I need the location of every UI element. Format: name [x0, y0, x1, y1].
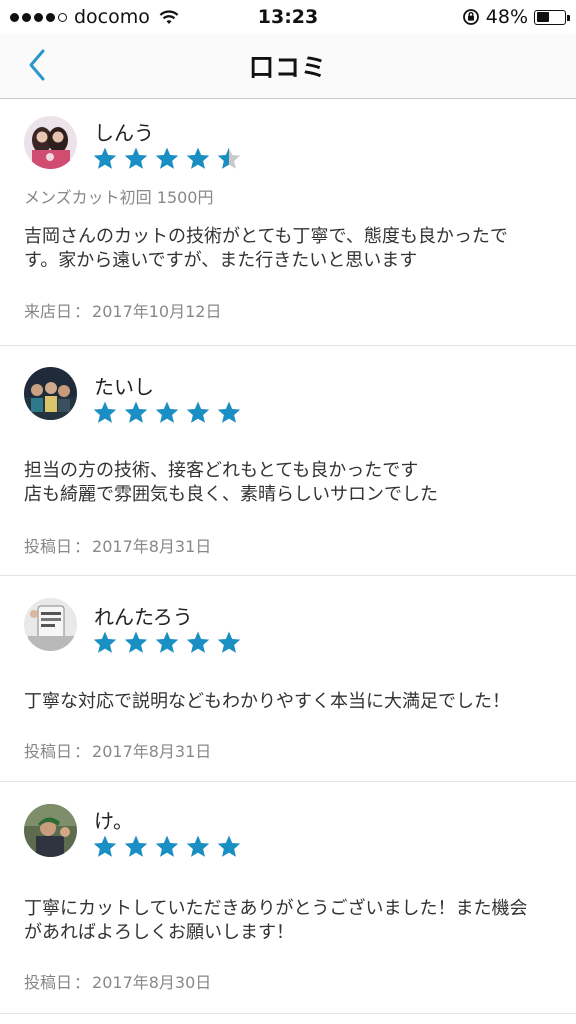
battery-percent: 48%	[485, 6, 528, 28]
date-value: 2017年8月30日	[92, 973, 212, 992]
orientation-lock-icon	[462, 9, 479, 25]
user-avatar[interactable]	[24, 804, 77, 857]
review-text: 吉岡さんのカットの技術がとても丁寧で、態度も良かったで す。家から遠いですが、ま…	[24, 225, 546, 273]
half-star-icon	[217, 147, 241, 169]
page-title: 口コミ	[248, 53, 327, 82]
star-icon	[124, 835, 148, 857]
user-avatar[interactable]	[24, 367, 77, 420]
rating-stars	[92, 630, 242, 656]
review-username: たいし	[94, 375, 154, 399]
star-icon	[217, 835, 241, 857]
review-date: 投稿日： 2017年8月31日	[24, 537, 212, 556]
star-icon	[155, 401, 179, 423]
star-icon	[93, 631, 117, 653]
review-date: 投稿日： 2017年8月30日	[24, 973, 212, 992]
star-icon	[155, 835, 179, 857]
star-icon	[217, 631, 241, 653]
review-text-line: 店も綺麗で雰囲気も良く、素晴らしいサロンでした	[24, 484, 438, 505]
rating-stars	[92, 400, 242, 426]
review-text-line: す。家から遠いですが、また行きたいと思います	[24, 250, 418, 271]
review-item: れんたろう 丁寧な対応で説明などもわかりやすく本当に大満足でした！ 投稿日： 20…	[0, 576, 576, 782]
review-date: 来店日： 2017年10月12日	[24, 302, 222, 321]
star-icon	[186, 401, 210, 423]
battery-fill	[536, 12, 549, 22]
review-item: しんう メンズカット初回 1500円 吉岡さんのカットの技術がとても丁寧で、態度…	[0, 99, 576, 346]
review-text: 丁寧な対応で説明などもわかりやすく本当に大満足でした！	[24, 690, 546, 714]
date-label: 投稿日	[24, 537, 73, 556]
review-text-line: 担当の方の技術、接客どれもとても良かったです	[24, 460, 419, 481]
review-list: しんう メンズカット初回 1500円 吉岡さんのカットの技術がとても丁寧で、態度…	[0, 99, 576, 1014]
nav-bar: 口コミ	[0, 34, 576, 99]
date-value: 2017年8月31日	[92, 742, 212, 761]
review-text-line: 丁寧な対応で説明などもわかりやすく本当に大満足でした！	[24, 691, 510, 712]
review-service-menu: メンズカット初回 1500円	[24, 188, 214, 207]
review-text-line: 丁寧にカットしていただきありがとうございました！また機会	[24, 898, 528, 919]
review-text: 丁寧にカットしていただきありがとうございました！また機会 があればよろしくお願い…	[24, 897, 546, 945]
status-bar: docomo 13:23 48%	[0, 0, 576, 34]
review-username: れんたろう	[94, 605, 193, 629]
date-label: 来店日	[24, 302, 73, 321]
star-icon	[93, 147, 117, 169]
star-icon	[155, 631, 179, 653]
date-value: 2017年10月12日	[92, 302, 222, 321]
star-icon	[217, 401, 241, 423]
review-username: け。	[94, 809, 133, 833]
star-icon	[186, 631, 210, 653]
star-icon	[186, 835, 210, 857]
date-value: 2017年8月31日	[92, 537, 212, 556]
review-text-line: があればよろしくお願いします！	[24, 922, 294, 943]
review-text: 担当の方の技術、接客どれもとても良かったです 店も綺麗で雰囲気も良く、素晴らしい…	[24, 459, 546, 507]
review-date: 投稿日： 2017年8月31日	[24, 742, 212, 761]
star-icon	[93, 835, 117, 857]
review-text-line: 吉岡さんのカットの技術がとても丁寧で、態度も良かったで	[24, 226, 508, 247]
star-icon	[93, 401, 117, 423]
battery-icon	[534, 9, 570, 25]
user-avatar[interactable]	[24, 598, 77, 651]
date-label: 投稿日	[24, 742, 73, 761]
date-label: 投稿日	[24, 973, 73, 992]
review-item: け。 丁寧にカットしていただきありがとうございました！また機会 があればよろしく…	[0, 782, 576, 1014]
review-username: しんう	[94, 121, 154, 145]
user-avatar[interactable]	[24, 116, 77, 169]
star-icon	[124, 147, 148, 169]
review-item: たいし 担当の方の技術、接客どれもとても良かったです 店も綺麗で雰囲気も良く、素…	[0, 346, 576, 576]
star-icon	[124, 631, 148, 653]
status-right: 48%	[462, 6, 570, 28]
star-icon	[155, 147, 179, 169]
star-icon	[124, 401, 148, 423]
star-icon	[186, 147, 210, 169]
rating-stars	[92, 834, 242, 860]
rating-stars	[92, 146, 242, 172]
